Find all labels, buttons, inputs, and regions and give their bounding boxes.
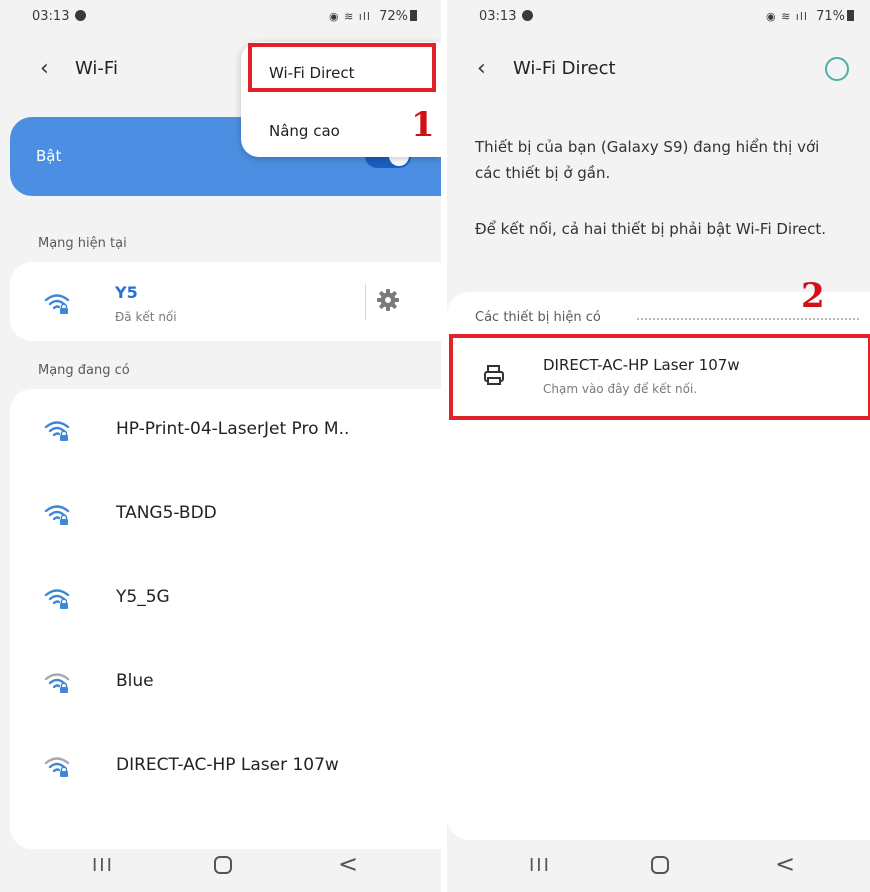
recent-apps-icon[interactable]: III: [529, 855, 551, 876]
battery-icon: [410, 10, 417, 21]
back-nav-icon[interactable]: <: [338, 850, 358, 878]
battery-icon: [847, 10, 854, 21]
notification-dot-icon: [522, 10, 534, 21]
app-header: ‹ Wi-Fi Direct: [447, 48, 870, 92]
wifi-lock-icon: [44, 505, 70, 525]
notification-dot-icon: [75, 10, 87, 21]
network-name: TANG5-BDD: [116, 503, 217, 523]
current-network-label: Mạng hiện tại: [38, 236, 127, 251]
network-name: HP-Print-04-LaserJet Pro M..: [116, 419, 350, 439]
page-title: Wi-Fi Direct: [513, 58, 616, 79]
nav-bar: III <: [447, 840, 870, 892]
network-row[interactable]: HP-Print-04-LaserJet Pro M..: [10, 389, 441, 473]
current-network-name: Y5: [115, 283, 138, 302]
callout-number-1: 1: [411, 105, 435, 145]
available-networks-list: HP-Print-04-LaserJet Pro M.. TANG5-BDD Y…: [10, 389, 441, 849]
current-network-card[interactable]: Y5 Đã kết nối: [10, 262, 441, 341]
visibility-description: Thiết bị của bạn (Galaxy S9) đang hiển t…: [475, 138, 820, 182]
network-row[interactable]: Y5_5G: [10, 557, 441, 641]
back-arrow-icon[interactable]: ‹: [477, 56, 486, 81]
status-bar: 03:13 ◉ ≋ ıll 71%: [447, 0, 870, 36]
wifi-direct-screen: 03:13 ◉ ≋ ıll 71% ‹ Wi-Fi Direct Thiết b…: [447, 0, 870, 892]
highlight-box-2: [449, 334, 870, 420]
available-networks-label: Mạng đang có: [38, 363, 130, 378]
network-name: DIRECT-AC-HP Laser 107w: [116, 755, 339, 775]
wifi-lock-icon: [44, 589, 70, 609]
signal-icon: ◉ ≋ ıll: [765, 10, 808, 23]
battery-percent: 72%: [379, 9, 408, 24]
wifi-lock-icon: [44, 421, 70, 441]
refresh-ring-icon[interactable]: [825, 57, 849, 81]
home-icon[interactable]: [214, 856, 232, 874]
network-name: Y5_5G: [116, 587, 170, 607]
scanning-indicator: [637, 318, 859, 320]
signal-icon: ◉ ≋ ıll: [328, 10, 371, 23]
network-row[interactable]: TANG5-BDD: [10, 473, 441, 557]
wifi-lock-icon: [44, 673, 70, 693]
wifi-lock-icon: [44, 294, 70, 314]
status-right: ◉ ≋ ıll 71%: [766, 9, 854, 24]
back-nav-icon[interactable]: <: [775, 850, 795, 878]
home-icon[interactable]: [651, 856, 669, 874]
wifi-lock-icon: [44, 757, 70, 777]
status-time: 03:13: [32, 9, 87, 24]
available-devices-label: Các thiết bị hiện có: [475, 310, 601, 325]
gear-icon[interactable]: [376, 288, 400, 312]
connect-instruction: Để kết nối, cả hai thiết bị phải bật Wi-…: [475, 220, 827, 238]
nav-bar: III <: [0, 840, 441, 892]
toggle-label: Bật: [36, 147, 62, 165]
network-row[interactable]: DIRECT-AC-HP Laser 107w: [10, 725, 441, 809]
highlight-box-1: [248, 43, 436, 92]
network-row[interactable]: Blue: [10, 641, 441, 725]
network-name: Blue: [116, 671, 154, 691]
wifi-settings-screen: 03:13 ◉ ≋ ıll 72% ‹ Wi-Fi Bật Wi-Fi Dire…: [0, 0, 441, 892]
status-right: ◉ ≋ ıll 72%: [329, 9, 417, 24]
status-time: 03:13: [479, 9, 534, 24]
menu-item-advanced[interactable]: Nâng cao: [269, 122, 340, 140]
status-bar: 03:13 ◉ ≋ ıll 72%: [0, 0, 441, 36]
battery-percent: 71%: [816, 9, 845, 24]
recent-apps-icon[interactable]: III: [92, 855, 114, 876]
callout-number-2: 2: [801, 276, 825, 316]
back-arrow-icon[interactable]: ‹: [40, 56, 49, 81]
divider: [365, 284, 366, 320]
current-network-status: Đã kết nối: [115, 310, 177, 324]
page-title: Wi-Fi: [75, 58, 118, 79]
